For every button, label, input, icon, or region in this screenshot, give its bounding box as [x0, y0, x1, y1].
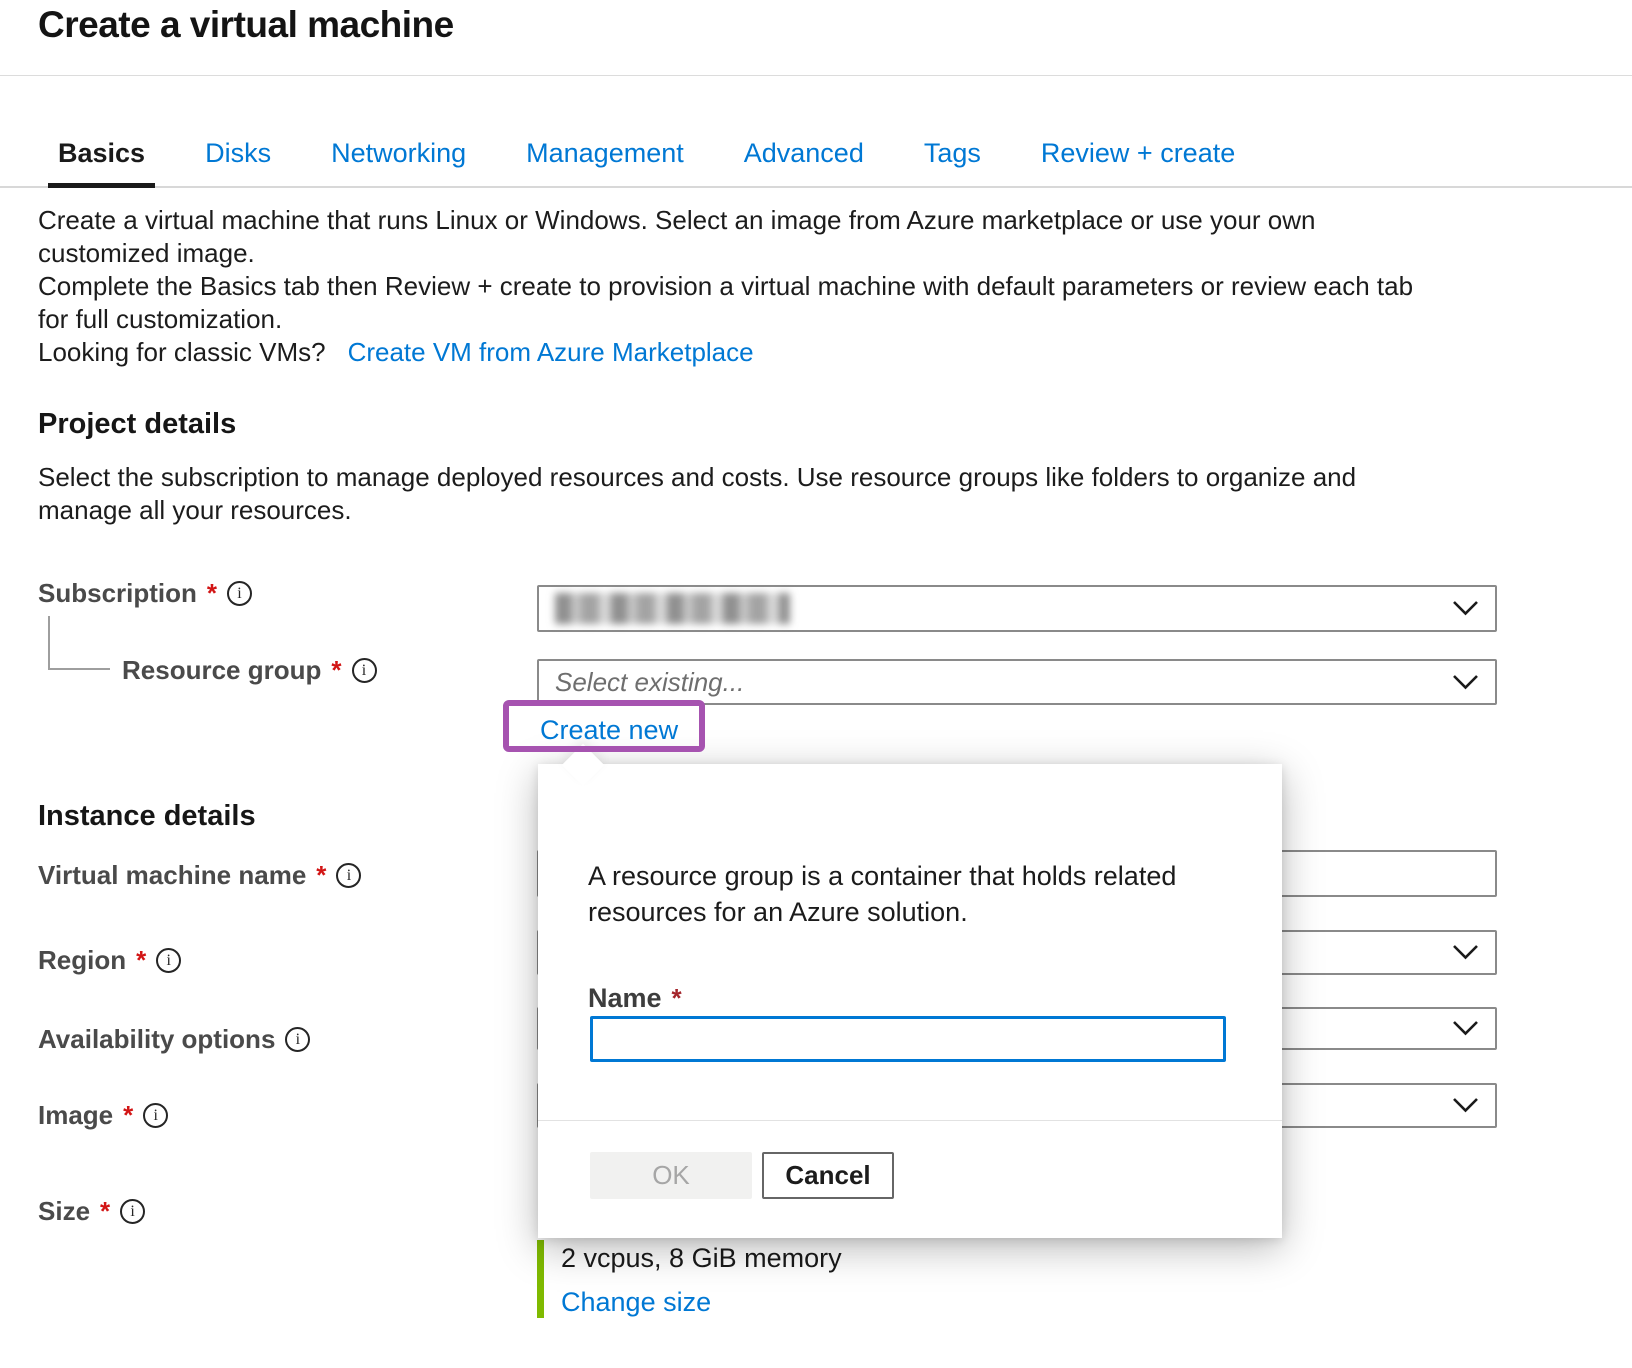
callout-divider	[538, 1120, 1282, 1121]
vm-name-label: Virtual machine name * i	[38, 860, 361, 891]
chevron-down-icon	[1452, 1020, 1479, 1037]
info-icon[interactable]: i	[156, 948, 181, 973]
required-asterisk: *	[123, 1100, 133, 1131]
required-asterisk: *	[136, 945, 146, 976]
availability-options-label: Availability options i	[38, 1024, 310, 1055]
chevron-down-icon	[1452, 1097, 1479, 1114]
info-icon[interactable]: i	[336, 863, 361, 888]
size-specs: 2 vcpus, 8 GiB memory	[561, 1243, 957, 1274]
annotation-highlight-box	[503, 700, 705, 752]
image-label: Image * i	[38, 1100, 168, 1131]
tab-disks[interactable]: Disks	[195, 138, 281, 186]
page-title: Create a virtual machine	[38, 4, 454, 46]
project-details-heading: Project details	[38, 408, 236, 441]
resource-group-label: Resource group * i	[122, 655, 377, 686]
chevron-down-icon	[1452, 674, 1479, 691]
intro-paragraph-1: Create a virtual machine that runs Linux…	[38, 204, 1436, 270]
header-divider	[0, 75, 1632, 76]
subscription-value-redacted	[555, 593, 790, 624]
tab-tags[interactable]: Tags	[914, 138, 991, 186]
required-asterisk: *	[316, 860, 326, 891]
instance-details-heading: Instance details	[38, 800, 256, 833]
create-vm-page: Create a virtual machine Basics Disks Ne…	[0, 0, 1632, 1368]
create-vm-marketplace-link[interactable]: Create VM from Azure Marketplace	[348, 337, 754, 367]
info-icon[interactable]: i	[352, 658, 377, 683]
required-asterisk: *	[331, 655, 341, 686]
tab-management[interactable]: Management	[516, 138, 694, 186]
required-asterisk: *	[100, 1196, 110, 1227]
intro-text: Create a virtual machine that runs Linux…	[38, 204, 1436, 369]
tab-networking[interactable]: Networking	[321, 138, 476, 186]
tabs-bar: Basics Disks Networking Management Advan…	[0, 138, 1632, 188]
info-icon[interactable]: i	[143, 1103, 168, 1128]
cancel-button[interactable]: Cancel	[762, 1152, 894, 1199]
classic-vms-question: Looking for classic VMs?	[38, 337, 326, 367]
info-icon[interactable]: i	[120, 1199, 145, 1224]
size-selection: 2 vcpus, 8 GiB memory Change size	[537, 1240, 957, 1318]
info-icon[interactable]: i	[285, 1027, 310, 1052]
ok-button[interactable]: OK	[590, 1152, 752, 1199]
intro-paragraph-2: Complete the Basics tab then Review + cr…	[38, 270, 1436, 336]
region-label: Region * i	[38, 945, 181, 976]
required-asterisk: *	[672, 983, 682, 1014]
subscription-label: Subscription * i	[38, 578, 252, 609]
resource-group-connector-line	[48, 616, 110, 670]
info-icon[interactable]: i	[227, 581, 252, 606]
name-input[interactable]	[590, 1016, 1226, 1062]
tab-basics[interactable]: Basics	[48, 138, 155, 186]
resource-group-placeholder: Select existing...	[555, 667, 744, 698]
project-details-description: Select the subscription to manage deploy…	[38, 461, 1446, 527]
name-label: Name *	[588, 983, 682, 1014]
size-label: Size * i	[38, 1196, 145, 1227]
resource-group-callout: A resource group is a container that hol…	[538, 764, 1282, 1238]
change-size-link[interactable]: Change size	[561, 1287, 711, 1318]
tab-advanced[interactable]: Advanced	[734, 138, 874, 186]
chevron-down-icon	[1452, 944, 1479, 961]
classic-vms-line: Looking for classic VMs? Create VM from A…	[38, 336, 1436, 369]
subscription-select[interactable]	[537, 585, 1497, 632]
tab-review-create[interactable]: Review + create	[1031, 138, 1245, 186]
chevron-down-icon	[1452, 600, 1479, 617]
required-asterisk: *	[207, 578, 217, 609]
callout-description: A resource group is a container that hol…	[588, 858, 1248, 930]
resource-group-select[interactable]: Select existing...	[537, 659, 1497, 705]
